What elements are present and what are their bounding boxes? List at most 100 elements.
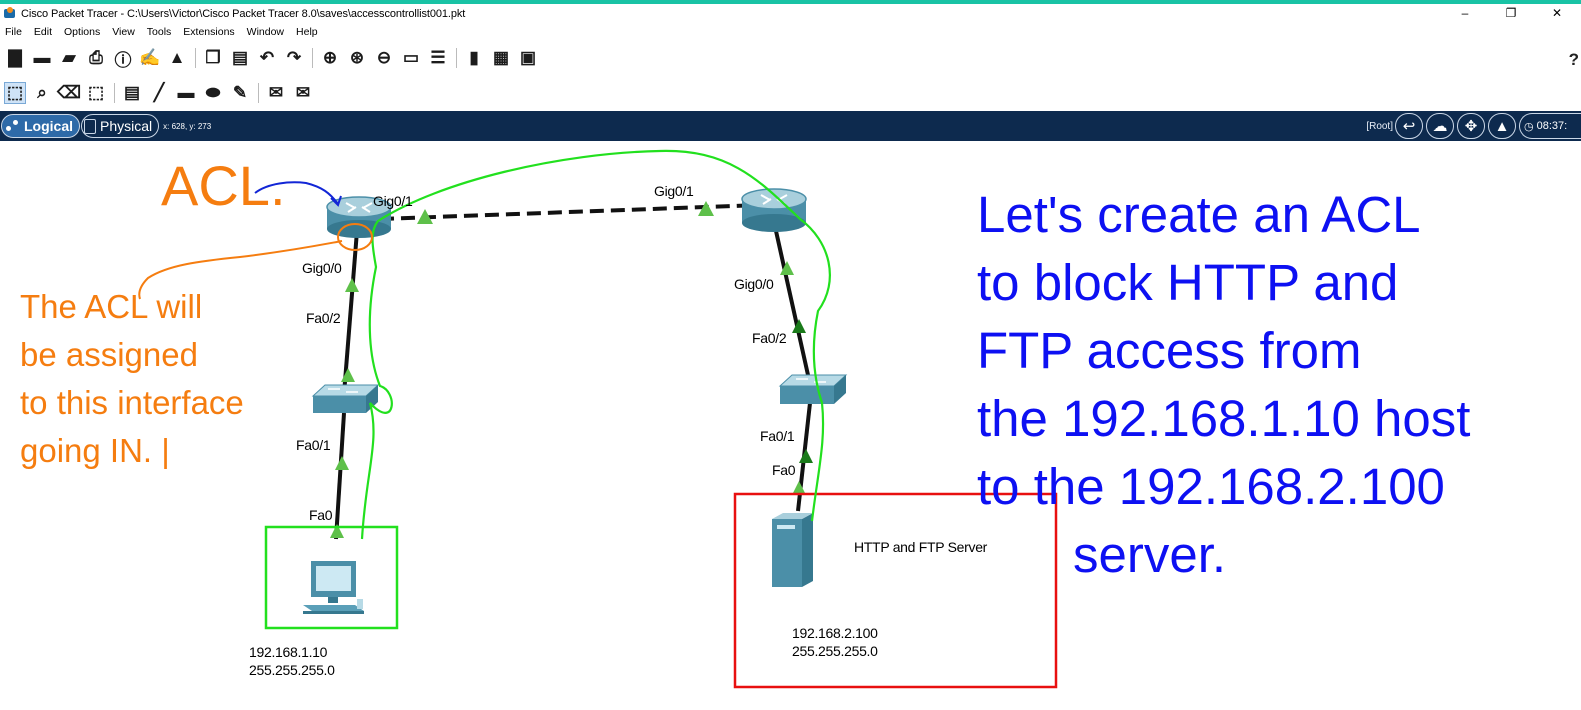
viewport-icon[interactable]: ▮ xyxy=(463,47,485,69)
simple-pdu-icon[interactable]: ✉ xyxy=(265,82,287,104)
zoom-reset-icon[interactable]: ⊛ xyxy=(346,47,368,69)
menu-bar: File Edit Options View Tools Extensions … xyxy=(0,23,325,41)
copy-icon[interactable]: ❐ xyxy=(202,47,224,69)
logical-label: Logical xyxy=(24,118,74,134)
ellipse-icon[interactable]: ⬬ xyxy=(202,82,224,104)
r1-gig01-label: Gig0/1 xyxy=(373,193,413,209)
toolbar-divider xyxy=(258,83,259,103)
rectangle-icon[interactable]: ▬ xyxy=(175,82,197,104)
undo-icon[interactable]: ↶ xyxy=(256,47,278,69)
print-icon[interactable]: ⎙ xyxy=(85,47,107,69)
main-note-annotation: Let's create an ACL to block HTTP and FT… xyxy=(977,181,1470,589)
main-toolbar: ▇ ▬ ▰ ⎙ ⓘ ✍ ▲ ❐ ▤ ↶ ↷ ⊕ ⊛ ⊖ ▭ ☰ ▮ ▦ ▣ xyxy=(4,44,544,72)
clock-display: ◷ 08:37: xyxy=(1519,113,1581,139)
packet-tracer-app-icon xyxy=(3,6,17,21)
select-icon[interactable]: ⬚ xyxy=(4,82,26,104)
link-status-up-icon xyxy=(335,456,349,470)
main-note-line: to the 192.168.2.100 xyxy=(977,458,1445,515)
delete-icon[interactable]: ⌫ xyxy=(57,82,81,104)
title-bar: Cisco Packet Tracer - C:\Users\Victor\Ci… xyxy=(0,4,1581,23)
restore-button[interactable]: ❐ xyxy=(1488,4,1534,23)
acl-note-annotation: The ACL will be assigned to this interfa… xyxy=(20,283,244,475)
open-folder-icon[interactable]: ▬ xyxy=(31,47,53,69)
server-fa0-label: Fa0 xyxy=(772,462,796,478)
activity-wizard-icon[interactable]: ✍ xyxy=(139,47,161,69)
freeform-icon[interactable]: ✎ xyxy=(229,82,251,104)
menu-extensions[interactable]: Extensions xyxy=(178,26,241,38)
menu-tools[interactable]: Tools xyxy=(142,26,179,38)
s1-fa02-label: Fa0/2 xyxy=(306,310,341,326)
root-label: [Root] xyxy=(1366,120,1393,132)
menu-options[interactable]: Options xyxy=(59,26,107,38)
menu-file[interactable]: File xyxy=(0,26,29,38)
zoom-out-icon[interactable]: ⊖ xyxy=(373,47,395,69)
link-status-up-icon xyxy=(345,278,359,292)
pc-icon[interactable] xyxy=(303,561,364,614)
background-image-icon[interactable]: ▲ xyxy=(1488,113,1516,139)
server-icon[interactable]: ▦ xyxy=(490,47,512,69)
acl-note-line: be assigned xyxy=(20,336,198,373)
s2-fa01-label: Fa0/1 xyxy=(760,428,795,444)
server-mask-label: 255.255.255.0 xyxy=(792,643,878,659)
move-icon[interactable]: ✥ xyxy=(1457,113,1485,139)
logical-workspace-canvas[interactable]: Gig0/1 Gig0/0 Fa0/2 Fa0/1 Fa0 Gig0/1 Gig… xyxy=(0,141,1581,710)
resize-icon[interactable]: ⬚ xyxy=(85,82,107,104)
cloud-icon[interactable]: ☁ xyxy=(1426,113,1454,139)
link-s1-pc[interactable] xyxy=(334,412,346,540)
minimize-button[interactable]: – xyxy=(1442,4,1488,23)
complex-pdu-icon[interactable]: ✉ xyxy=(292,82,314,104)
server-name-label: HTTP and FTP Server xyxy=(854,539,988,555)
link-r2-s2[interactable] xyxy=(774,230,810,376)
link-status-up-icon xyxy=(341,368,355,382)
camera-icon[interactable]: ▣ xyxy=(517,47,539,69)
menu-view[interactable]: View xyxy=(107,26,142,38)
pc-ip-label: 192.168.1.10 xyxy=(249,644,328,660)
new-file-icon[interactable]: ▇ xyxy=(4,47,26,69)
workspace-bar: Logical Physical x: 628, y: 273 [Root] ↩… xyxy=(0,111,1581,141)
clock-icon: ◷ xyxy=(1524,120,1534,133)
menu-help[interactable]: Help xyxy=(291,26,325,38)
clock-time: 08:37: xyxy=(1536,120,1568,132)
acl-note-line: The ACL will xyxy=(20,288,203,325)
server-device-icon[interactable] xyxy=(772,513,813,587)
zoom-in-icon[interactable]: ⊕ xyxy=(319,47,341,69)
main-note-line: Let's create an ACL xyxy=(977,186,1421,243)
switch-1-icon[interactable] xyxy=(311,384,380,413)
switch-2-icon[interactable] xyxy=(778,374,848,404)
save-icon[interactable]: ▰ xyxy=(58,47,80,69)
r2-gig00-label: Gig0/0 xyxy=(734,276,774,292)
menu-window[interactable]: Window xyxy=(242,26,291,38)
redo-icon[interactable]: ↷ xyxy=(283,47,305,69)
pc-mask-label: 255.255.255.0 xyxy=(249,662,335,678)
logical-view-button[interactable]: Logical xyxy=(1,114,81,138)
main-note-line: to block HTTP and xyxy=(977,254,1399,311)
r2-gig01-label: Gig0/1 xyxy=(654,183,694,199)
acl-note-line: going IN. | xyxy=(20,432,170,469)
workspace-controls: [Root] ↩ ☁ ✥ ▲ ◷ 08:37: xyxy=(1366,111,1581,141)
help-icon[interactable]: ? xyxy=(1569,50,1579,70)
window-controls: – ❐ ✕ xyxy=(1442,4,1580,23)
inspect-icon[interactable]: ⌕ xyxy=(31,82,53,104)
physical-icon xyxy=(84,118,97,134)
pc-fa0-label: Fa0 xyxy=(309,507,333,523)
note-icon[interactable]: ▤ xyxy=(121,82,143,104)
physical-view-button[interactable]: Physical xyxy=(81,114,160,138)
toolbar-divider xyxy=(114,83,115,103)
drawing-palette-icon[interactable]: ▭ xyxy=(400,47,422,69)
toolbar-divider xyxy=(195,48,196,68)
custom-devices-icon[interactable]: ☰ xyxy=(427,47,449,69)
link-r1-s1[interactable] xyxy=(342,230,359,395)
close-button[interactable]: ✕ xyxy=(1534,4,1580,23)
tools-toolbar: ⬚ ⌕ ⌫ ⬚ ▤ ╱ ▬ ⬬ ✎ ✉ ✉ xyxy=(4,79,319,107)
s1-fa01-label: Fa0/1 xyxy=(296,437,331,453)
info-icon[interactable]: ⓘ xyxy=(112,47,134,70)
line-icon[interactable]: ╱ xyxy=(148,82,170,104)
physical-label: Physical xyxy=(100,118,153,134)
toolbar-divider xyxy=(456,48,457,68)
network-info-icon[interactable]: ▲ xyxy=(166,47,188,69)
paste-icon[interactable]: ▤ xyxy=(229,47,251,69)
back-icon[interactable]: ↩ xyxy=(1395,113,1423,139)
s2-fa02-label: Fa0/2 xyxy=(752,330,787,346)
main-note-line: the 192.168.1.10 host xyxy=(977,390,1471,447)
menu-edit[interactable]: Edit xyxy=(29,26,59,38)
